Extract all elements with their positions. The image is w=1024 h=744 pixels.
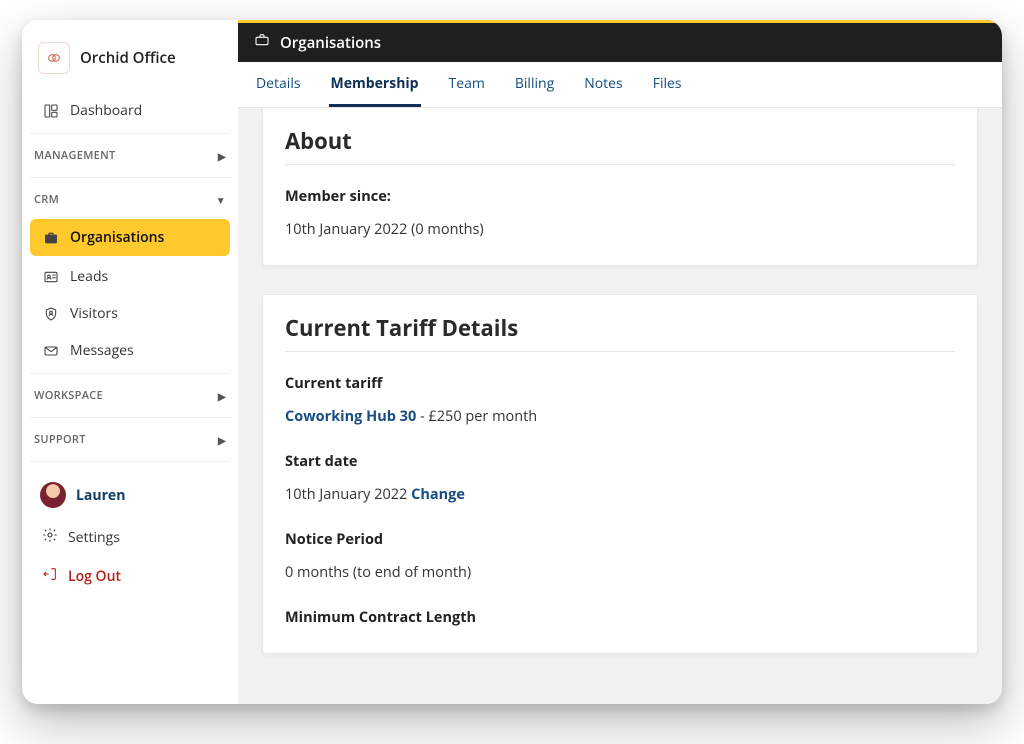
about-heading: About	[285, 126, 955, 165]
sidebar: Orchid Office Dashboard MANAGEMENT ▶ CRM…	[22, 20, 238, 704]
tab-membership[interactable]: Membership	[329, 62, 421, 107]
section-label: WORKSPACE	[34, 388, 103, 403]
about-card: About Member since: 10th January 2022 (0…	[262, 108, 978, 266]
sidebar-item-label: Log Out	[68, 567, 121, 586]
chevron-right-icon: ▶	[218, 149, 226, 163]
notice-period-value: 0 months (to end of month)	[285, 563, 955, 582]
brand-name: Orchid Office	[80, 48, 176, 68]
tab-details[interactable]: Details	[254, 62, 303, 107]
section-label: SUPPORT	[34, 432, 86, 447]
tab-billing[interactable]: Billing	[513, 62, 556, 107]
chevron-right-icon: ▶	[218, 389, 226, 403]
user-name: Lauren	[76, 486, 125, 505]
sidebar-item-label: Dashboard	[70, 101, 142, 120]
sidebar-item-label: Visitors	[70, 304, 118, 323]
gear-icon	[42, 527, 58, 548]
sidebar-section-crm[interactable]: CRM ▼	[30, 182, 230, 217]
sidebar-user[interactable]: Lauren	[30, 472, 230, 518]
divider	[30, 417, 230, 418]
orchid-logo-icon	[46, 50, 62, 66]
sidebar-item-dashboard[interactable]: Dashboard	[30, 92, 230, 129]
min-contract-label: Minimum Contract Length	[285, 608, 955, 627]
tabs: Details Membership Team Billing Notes Fi…	[238, 62, 1002, 108]
sidebar-item-label: Organisations	[70, 228, 164, 247]
divider	[30, 177, 230, 178]
change-start-date-link[interactable]: Change	[411, 485, 465, 504]
member-since-value: 10th January 2022 (0 months)	[285, 220, 955, 239]
sidebar-item-label: Messages	[70, 341, 134, 360]
brand: Orchid Office	[30, 32, 230, 92]
tab-files[interactable]: Files	[651, 62, 684, 107]
tariff-price: - £250 per month	[416, 407, 537, 426]
dashboard-icon	[42, 103, 60, 119]
sidebar-item-visitors[interactable]: Visitors	[30, 295, 230, 332]
envelope-icon	[42, 343, 60, 359]
start-date-value: 10th January 2022 Change	[285, 485, 955, 504]
shield-user-icon	[42, 306, 60, 322]
section-label: MANAGEMENT	[34, 148, 116, 163]
chevron-right-icon: ▶	[218, 433, 226, 447]
divider	[30, 461, 230, 462]
divider	[30, 133, 230, 134]
briefcase-icon	[42, 230, 60, 246]
avatar	[40, 482, 66, 508]
topbar-title: Organisations	[280, 33, 381, 53]
brand-logo	[38, 42, 70, 74]
sidebar-item-label: Settings	[68, 528, 120, 547]
start-date-label: Start date	[285, 452, 955, 471]
sidebar-section-workspace[interactable]: WORKSPACE ▶	[30, 378, 230, 413]
tariff-plan-link[interactable]: Coworking Hub 30	[285, 407, 416, 426]
tariff-heading: Current Tariff Details	[285, 313, 955, 352]
sidebar-item-organisations[interactable]: Organisations	[30, 219, 230, 256]
sidebar-section-support[interactable]: SUPPORT ▶	[30, 422, 230, 457]
sidebar-item-leads[interactable]: Leads	[30, 258, 230, 295]
section-label: CRM	[34, 192, 59, 207]
start-date-text: 10th January 2022	[285, 485, 411, 504]
sidebar-item-settings[interactable]: Settings	[30, 518, 230, 557]
sidebar-section-management[interactable]: MANAGEMENT ▶	[30, 138, 230, 173]
current-tariff-value: Coworking Hub 30 - £250 per month	[285, 407, 955, 426]
id-card-icon	[42, 269, 60, 285]
notice-period-label: Notice Period	[285, 530, 955, 549]
briefcase-icon	[254, 32, 270, 53]
sidebar-item-logout[interactable]: Log Out	[30, 557, 230, 596]
tab-notes[interactable]: Notes	[582, 62, 625, 107]
chevron-down-icon: ▼	[216, 193, 226, 207]
divider	[30, 373, 230, 374]
topbar: Organisations	[238, 20, 1002, 62]
main: Organisations Details Membership Team Bi…	[238, 20, 1002, 704]
tariff-card: Current Tariff Details Current tariff Co…	[262, 294, 978, 654]
member-since-label: Member since:	[285, 187, 955, 206]
current-tariff-label: Current tariff	[285, 374, 955, 393]
tab-team[interactable]: Team	[447, 62, 487, 107]
logout-icon	[42, 566, 58, 587]
sidebar-item-label: Leads	[70, 267, 108, 286]
content-scroll[interactable]: About Member since: 10th January 2022 (0…	[238, 108, 1002, 704]
sidebar-item-messages[interactable]: Messages	[30, 332, 230, 369]
app-frame: Orchid Office Dashboard MANAGEMENT ▶ CRM…	[22, 20, 1002, 704]
